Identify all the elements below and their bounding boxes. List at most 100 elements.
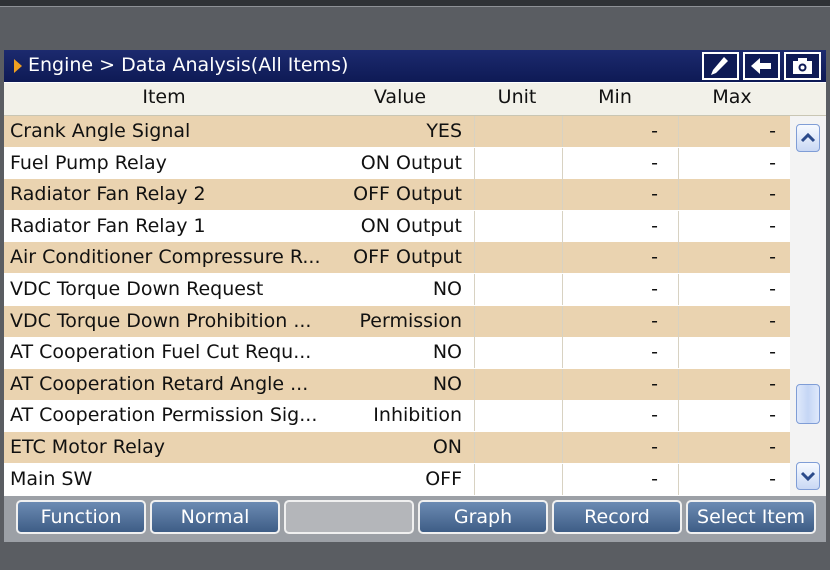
row-unit-cell: [476, 116, 560, 147]
row-value-cell: YES: [426, 120, 462, 142]
column-divider: [474, 274, 475, 305]
table-header: Item Value Unit Min Max: [4, 83, 826, 116]
row-unit-cell: [476, 242, 560, 273]
row-value-cell: OFF: [425, 467, 462, 490]
column-divider: [678, 305, 679, 337]
column-divider: [562, 179, 563, 211]
row-max-cell: -: [769, 151, 776, 174]
breadcrumb-arrow-icon: [14, 59, 22, 73]
row-item-cell: Radiator Fan Relay 2: [10, 183, 206, 206]
function-toolbar: Function Normal Graph Record Select Item: [4, 498, 826, 536]
row-value-cell: Permission: [359, 309, 462, 332]
column-divider: [474, 305, 475, 337]
table-row[interactable]: VDC Torque Down Prohibition ... Permissio…: [4, 305, 790, 337]
title-bar: Engine > Data Analysis(All Items): [4, 50, 826, 83]
select-item-button[interactable]: Select Item: [686, 500, 816, 534]
table-row[interactable]: AT Cooperation Retard Angle ... NO - -: [4, 368, 790, 400]
blank-button[interactable]: [284, 500, 414, 534]
table-row[interactable]: AT Cooperation Permission Sig... Inhibiti…: [4, 400, 790, 432]
row-unit-cell: [476, 464, 560, 495]
column-divider: [678, 368, 679, 400]
row-min-cell: -: [651, 436, 658, 458]
data-table-body: Crank Angle Signal YES - - Fuel Pump Relay ON…: [4, 116, 790, 496]
column-divider: [678, 432, 679, 463]
row-min-cell: -: [651, 341, 658, 364]
row-item-cell: VDC Torque Down Prohibition ...: [10, 309, 312, 332]
row-value-cell: Inhibition: [373, 404, 462, 427]
scroll-up-button[interactable]: [796, 124, 820, 152]
column-divider: [474, 210, 475, 242]
row-value-cell: OFF Output: [353, 183, 462, 206]
row-item-cell: ETC Motor Relay: [10, 436, 165, 458]
row-item-cell: Main SW: [10, 467, 93, 490]
top-strip: [0, 0, 830, 7]
row-min-cell: -: [651, 214, 658, 237]
row-item-cell: Crank Angle Signal: [10, 120, 191, 142]
column-divider: [678, 274, 679, 305]
scroll-down-button[interactable]: [796, 462, 820, 490]
row-item-cell: AT Cooperation Permission Sig...: [10, 404, 318, 427]
row-min-cell: -: [651, 372, 658, 395]
row-min-cell: -: [651, 278, 658, 300]
row-value-cell: NO: [432, 341, 462, 364]
row-item-cell: AT Cooperation Fuel Cut Requ...: [10, 341, 312, 364]
vertical-scrollbar[interactable]: [790, 116, 826, 496]
column-divider: [562, 147, 563, 179]
row-item-cell: Fuel Pump Relay: [10, 151, 167, 174]
function-button[interactable]: Function: [16, 500, 146, 534]
row-min-cell: -: [651, 120, 658, 142]
column-divider: [678, 210, 679, 242]
back-button[interactable]: [743, 52, 780, 80]
graph-button[interactable]: Graph: [418, 500, 548, 534]
record-button[interactable]: Record: [552, 500, 682, 534]
row-item-cell: Radiator Fan Relay 1: [10, 214, 206, 237]
row-item-cell: VDC Torque Down Request: [10, 278, 264, 300]
row-value-cell: ON: [432, 436, 462, 458]
row-min-cell: -: [651, 246, 658, 269]
column-divider: [474, 337, 475, 369]
row-unit-cell: [476, 369, 560, 400]
data-analysis-window: Engine > Data Analysis(All Items) Item V…: [4, 50, 826, 542]
row-value-cell: NO: [432, 372, 462, 395]
normal-button[interactable]: Normal: [150, 500, 280, 534]
column-divider: [562, 210, 563, 242]
row-min-cell: -: [651, 183, 658, 206]
table-row[interactable]: ETC Motor Relay ON - -: [4, 432, 790, 463]
column-divider: [678, 179, 679, 211]
row-unit-cell: [476, 179, 560, 210]
table-row[interactable]: AT Cooperation Fuel Cut Requ... NO - -: [4, 337, 790, 369]
row-item-cell: AT Cooperation Retard Angle ...: [10, 372, 309, 395]
row-max-cell: -: [769, 372, 776, 395]
row-value-cell: ON Output: [360, 214, 462, 237]
screenshot-button[interactable]: [784, 52, 821, 80]
pen-button[interactable]: [702, 52, 739, 80]
row-item-cell: Air Conditioner Compressure R...: [10, 246, 321, 269]
table-row[interactable]: VDC Torque Down Request NO - -: [4, 274, 790, 305]
table-row[interactable]: Radiator Fan Relay 2 OFF Output - -: [4, 179, 790, 211]
row-unit-cell: [476, 400, 560, 431]
row-min-cell: -: [651, 404, 658, 427]
column-divider: [474, 432, 475, 463]
column-divider: [562, 242, 563, 274]
column-divider: [678, 337, 679, 369]
scroll-thumb[interactable]: [796, 384, 820, 424]
column-header-unit: Unit: [497, 86, 537, 108]
pen-icon: [711, 57, 728, 75]
table-row[interactable]: Air Conditioner Compressure R... OFF Outp…: [4, 242, 790, 274]
row-unit-cell: [476, 211, 560, 242]
row-unit-cell: [476, 432, 560, 463]
row-max-cell: -: [769, 309, 776, 332]
table-row[interactable]: Radiator Fan Relay 1 ON Output - -: [4, 210, 790, 242]
row-value-cell: NO: [432, 278, 462, 300]
table-row[interactable]: Crank Angle Signal YES - -: [4, 116, 790, 147]
column-divider: [562, 337, 563, 369]
column-divider: [474, 179, 475, 211]
table-row[interactable]: Fuel Pump Relay ON Output - -: [4, 147, 790, 179]
table-row[interactable]: Main SW OFF - -: [4, 463, 790, 495]
row-max-cell: -: [769, 278, 776, 300]
column-divider: [562, 274, 563, 305]
column-divider: [562, 368, 563, 400]
row-max-cell: -: [769, 436, 776, 458]
row-min-cell: -: [651, 309, 658, 332]
column-divider: [678, 242, 679, 274]
